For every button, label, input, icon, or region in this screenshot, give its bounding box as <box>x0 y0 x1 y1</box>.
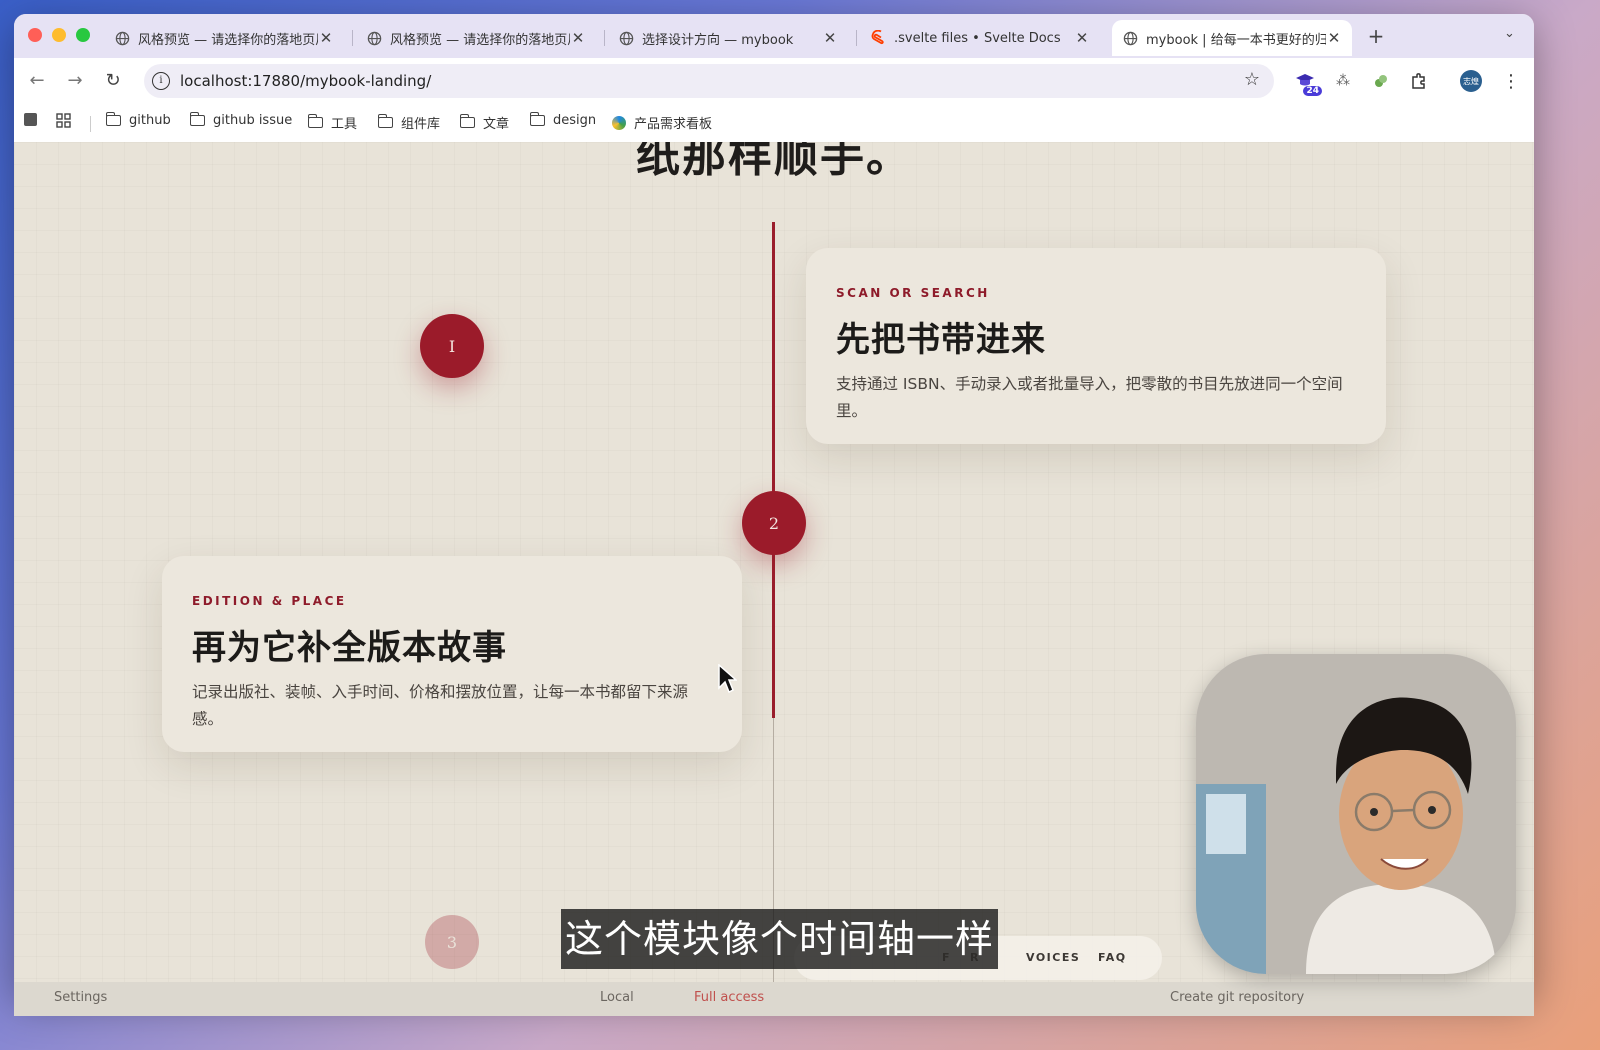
background-access-label: Full access <box>694 990 765 1005</box>
presenter-video-frame <box>1196 654 1516 974</box>
folder-icon <box>189 112 205 126</box>
bookmark-label: github issue <box>213 113 293 128</box>
close-tab-icon[interactable]: ✕ <box>318 29 334 47</box>
close-tab-icon[interactable]: ✕ <box>570 29 586 47</box>
bookmark-label: design <box>553 113 597 128</box>
folder-icon <box>307 114 323 128</box>
tab-separator <box>856 30 857 46</box>
background-local-label: Local <box>600 990 634 1005</box>
tab-design-direction[interactable]: 选择设计方向 — mybook ✕ <box>608 20 848 56</box>
timeline-step-2-marker: 2 <box>742 491 806 555</box>
tab-style-preview-2[interactable]: 风格预览 — 请选择你的落地页风格 ✕ <box>356 20 596 56</box>
extension-leaf-icon[interactable] <box>1370 70 1392 92</box>
svelte-icon <box>870 30 886 46</box>
bookmarks-bar: github github issue 工具 组件库 文章 design 产品需… <box>14 104 1534 143</box>
extension-graduation-icon[interactable]: 24 <box>1294 70 1322 96</box>
bookmark-articles[interactable]: 文章 <box>459 113 510 132</box>
background-app-strip: Settings Local Full access Create git re… <box>14 982 1534 1016</box>
background-settings-label: Settings <box>54 990 108 1005</box>
tab-separator <box>352 30 353 46</box>
bookmark-tools[interactable]: 工具 <box>307 113 358 132</box>
bookmark-label: 组件库 <box>401 117 441 132</box>
new-tab-button[interactable]: + <box>1366 26 1386 46</box>
close-tab-icon[interactable]: ✕ <box>822 29 838 47</box>
address-bar[interactable]: i localhost:17880/mybook-landing/ ☆ <box>144 64 1274 98</box>
url-text[interactable]: localhost:17880/mybook-landing/ <box>180 72 431 90</box>
reload-button[interactable]: ↻ <box>102 70 124 92</box>
timeline-card-edition: EDITION & PLACE 再为它补全版本故事 记录出版社、装帧、入手时间、… <box>162 556 742 752</box>
card-title: 先把书带进来 <box>836 320 1046 360</box>
folder-icon <box>377 114 393 128</box>
bookmark-product-board[interactable]: 产品需求看板 <box>612 113 712 132</box>
folder-icon <box>459 114 475 128</box>
bookmark-github-issue[interactable]: github issue <box>189 112 293 128</box>
apps-grid-icon[interactable] <box>56 113 71 128</box>
tab-label: 风格预览 — 请选择你的落地页风格 <box>138 32 318 48</box>
extensions-puzzle-icon[interactable] <box>1408 70 1430 92</box>
timeline-step-1-marker: I <box>420 314 484 378</box>
app-icon <box>612 115 626 130</box>
bookmark-label: 文章 <box>483 117 510 132</box>
extension-badge: 24 <box>1303 86 1322 96</box>
card-title: 再为它补全版本故事 <box>192 628 507 668</box>
tab-mybook-active[interactable]: mybook | 给每一本书更好的归宿 ✕ <box>1112 20 1352 56</box>
globe-icon <box>1122 30 1138 46</box>
nav-link-faq[interactable]: FAQ <box>1098 951 1127 964</box>
card-description: 记录出版社、装帧、入手时间、价格和摆放位置，让每一本书都留下来源感。 <box>192 683 689 728</box>
bookmark-label: 产品需求看板 <box>634 117 713 132</box>
tab-label: .svelte files • Svelte Docs <box>894 30 1061 46</box>
background-git-label: Create git repository <box>1170 990 1305 1005</box>
bookmark-label: github <box>129 113 171 128</box>
menu-kebab-icon[interactable]: ⋮ <box>1500 70 1522 92</box>
browser-toolbar: ← → ↻ i localhost:17880/mybook-landing/ … <box>14 58 1534 104</box>
forward-button[interactable]: → <box>64 70 86 92</box>
profile-label: 志煌 <box>1460 70 1482 92</box>
mouse-cursor-icon <box>718 664 737 694</box>
timeline-step-3-marker: 3 <box>425 915 479 969</box>
bookmark-github[interactable]: github <box>105 112 171 128</box>
extension-translate-icon[interactable]: ⁂ <box>1332 70 1354 92</box>
site-info-icon[interactable]: i <box>152 72 170 90</box>
tab-strip: 风格预览 — 请选择你的落地页风格 ✕ 风格预览 — 请选择你的落地页风格 ✕ … <box>14 14 1534 58</box>
globe-icon <box>114 30 130 46</box>
tab-style-preview-1[interactable]: 风格预览 — 请选择你的落地页风格 ✕ <box>104 20 344 56</box>
profile-avatar[interactable]: 志煌 <box>1460 70 1482 92</box>
bookmark-star-icon[interactable]: ☆ <box>1244 69 1260 90</box>
card-description: 支持通过 ISBN、手动录入或者批量导入，把零散的书目先放进同一个空间里。 <box>836 375 1343 420</box>
back-button[interactable]: ← <box>26 70 48 92</box>
bookmark-divider <box>90 116 91 132</box>
close-window-button[interactable] <box>28 28 42 42</box>
maximize-window-button[interactable] <box>76 28 90 42</box>
section-heading: 纸那样顺手。 <box>636 142 912 182</box>
bookmark-components[interactable]: 组件库 <box>377 113 441 132</box>
timeline-card-scan: SCAN OR SEARCH 先把书带进来 支持通过 ISBN、手动录入或者批量… <box>806 248 1386 444</box>
tab-search-chevron-icon[interactable]: ⌄ <box>1504 26 1515 41</box>
globe-icon <box>618 30 634 46</box>
bookmark-label: 工具 <box>331 117 358 132</box>
tab-label: 选择设计方向 — mybook <box>642 32 794 48</box>
card-kicker: SCAN OR SEARCH <box>836 286 990 300</box>
tab-svelte-docs[interactable]: .svelte files • Svelte Docs ✕ <box>860 20 1100 56</box>
webcam-overlay <box>1196 654 1516 974</box>
card-kicker: EDITION & PLACE <box>192 594 347 608</box>
nav-link-voices[interactable]: VOICES <box>1026 951 1080 964</box>
bookmark-design[interactable]: design <box>529 112 597 128</box>
close-tab-icon[interactable]: ✕ <box>1074 29 1090 47</box>
tab-label: 风格预览 — 请选择你的落地页风格 <box>390 32 570 48</box>
tab-label: mybook | 给每一本书更好的归宿 <box>1146 32 1326 48</box>
sidebar-square-icon[interactable] <box>24 113 37 126</box>
folder-icon <box>105 112 121 126</box>
folder-icon <box>529 112 545 126</box>
tab-separator <box>604 30 605 46</box>
minimize-window-button[interactable] <box>52 28 66 42</box>
globe-icon <box>366 30 382 46</box>
video-caption: 这个模块像个时间轴一样 <box>561 909 999 969</box>
close-tab-icon[interactable]: ✕ <box>1326 29 1342 47</box>
timeline-line <box>772 222 775 718</box>
